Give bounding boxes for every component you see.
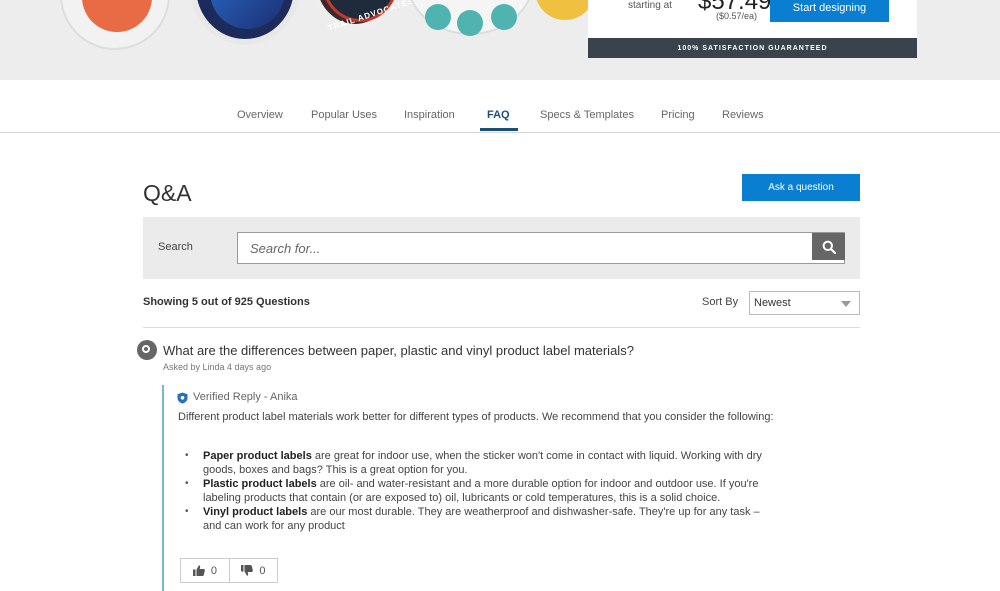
search-button[interactable] — [812, 233, 845, 260]
bullet-bold-label: Vinyl product labels — [203, 506, 308, 518]
active-tab-indicator — [480, 128, 518, 131]
yellow-sticker-roll-image — [535, 0, 595, 20]
search-input[interactable] — [237, 232, 845, 264]
sort-label: Sort By — [702, 296, 739, 308]
verified-shield-icon — [177, 392, 188, 404]
results-count: Showing 5 out of 925 Questions — [143, 296, 310, 308]
tab-overview[interactable]: Overview — [237, 109, 283, 121]
tab-faq[interactable]: FAQ — [487, 109, 510, 121]
bullet-bold-label: Plastic product labels — [203, 478, 317, 490]
price-card: starting at $57.49 ($0.57/ea) Start desi… — [588, 0, 917, 58]
upvote-count: 0 — [210, 564, 218, 577]
search-panel: Search — [143, 217, 860, 279]
start-designing-button[interactable]: Start designing — [770, 0, 889, 22]
starting-at-label: starting at — [628, 0, 672, 11]
downvote-count: 0 — [259, 564, 266, 577]
ask-question-button[interactable]: Ask a question — [742, 174, 860, 201]
question-icon — [137, 340, 157, 360]
search-label: Search — [158, 241, 193, 253]
teal-sticker-roll-image — [405, 0, 535, 36]
list-item: Paper product labels are great for indoo… — [178, 449, 778, 477]
vote-buttons: 0 0 — [180, 558, 278, 583]
list-item: Plastic product labels are oil- and wate… — [178, 477, 778, 505]
downvote-button[interactable]: 0 — [228, 559, 277, 582]
verified-reply-author: Verified Reply - Anika — [193, 391, 298, 403]
bullet-bold-label: Paper product labels — [203, 450, 312, 462]
satisfaction-guarantee-banner: 100% SATISFACTION GUARANTEED — [588, 38, 917, 58]
blue-sticker-roll-image — [190, 0, 300, 45]
divider — [143, 327, 860, 328]
tab-reviews[interactable]: Reviews — [722, 109, 764, 121]
page-title: Q&A — [143, 180, 192, 206]
chevron-down-icon — [841, 301, 851, 307]
sort-dropdown[interactable]: Newest — [749, 291, 860, 315]
reply-accent-bar — [162, 385, 164, 591]
tab-pricing[interactable]: Pricing — [661, 109, 695, 121]
trail-advocates-sticker-image: TRAIL ADVOCATES — [310, 0, 415, 33]
per-unit-price: ($0.57/ea) — [716, 11, 758, 21]
search-icon — [822, 240, 836, 254]
orange-sticker-roll-image — [60, 0, 170, 50]
sort-value: Newest — [754, 297, 791, 309]
tab-popular-uses[interactable]: Popular Uses — [311, 109, 377, 121]
section-tabs: Overview Popular Uses Inspiration FAQ Sp… — [0, 80, 1000, 133]
question-meta: Asked by Linda 4 days ago — [163, 362, 272, 372]
reply-intro: Different product label materials work b… — [178, 411, 774, 423]
upvote-button[interactable]: 0 — [181, 559, 229, 582]
thumbs-up-icon — [192, 565, 205, 576]
tab-specs-templates[interactable]: Specs & Templates — [540, 109, 634, 121]
tab-inspiration[interactable]: Inspiration — [404, 109, 455, 121]
list-item: Vinyl product labels are our most durabl… — [178, 505, 778, 533]
reply-bullet-list: Paper product labels are great for indoo… — [178, 449, 778, 533]
product-hero: TRAIL ADVOCATES starting at $57.49 ($0.5… — [0, 0, 1000, 80]
question-title[interactable]: What are the differences between paper, … — [163, 343, 634, 358]
thumbs-down-icon — [241, 565, 254, 576]
